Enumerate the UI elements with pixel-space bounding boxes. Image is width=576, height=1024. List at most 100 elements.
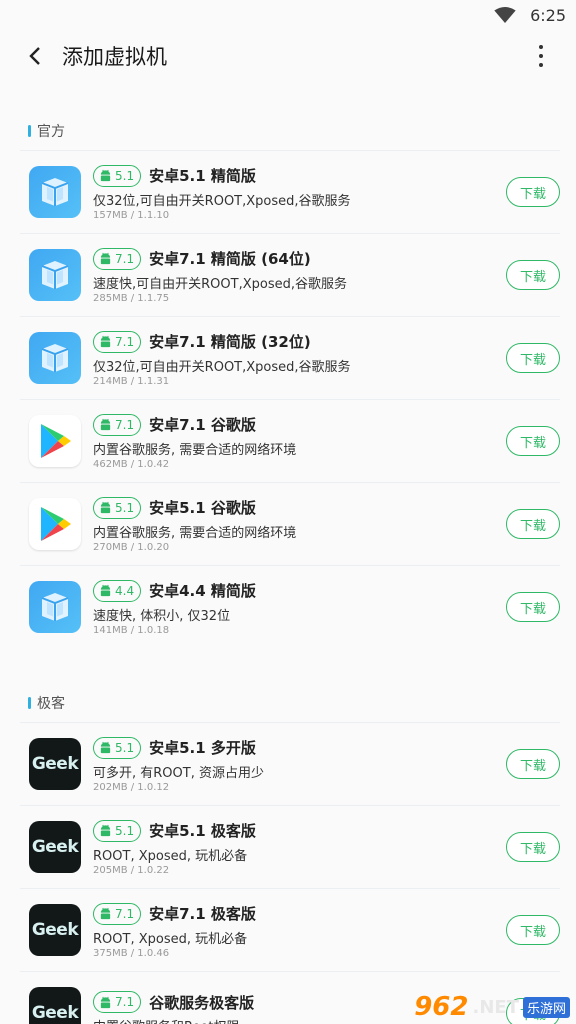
download-button[interactable]: 下载 — [506, 749, 560, 779]
version-text: 4.4 — [115, 583, 135, 598]
version-badge: 7.1 — [93, 991, 142, 1013]
vm-size-version: 285MB / 1.1.75 — [93, 292, 170, 304]
section-header: 极客 — [0, 688, 576, 718]
version-badge: 7.1 — [93, 247, 142, 270]
vm-info: 4.4 安卓4.4 精简版速度快, 体积小, 仅32位 141MB / 1.0.18 — [93, 579, 506, 636]
vm-title-row: 4.4 安卓4.4 精简版 — [93, 579, 506, 603]
version-badge: 4.4 — [93, 579, 142, 602]
vm-name: 安卓7.1 极客版 — [149, 905, 256, 923]
list-item[interactable]: 7.1 安卓7.1 精简版 (32位) 仅32位,可自由开关ROOT,Xposed,… — [20, 316, 560, 399]
list-item[interactable]: 4.4 安卓4.4 精简版速度快, 体积小, 仅32位 141MB / 1.0.18… — [20, 565, 560, 648]
vm-icon: Geek — [29, 904, 81, 956]
list-item[interactable]: Geek 5.1 安卓5.1 极客版 ROOT, Xposed, 玩机必备 205MB … — [20, 805, 560, 888]
vm-info: 5.1 安卓5.1 谷歌版 内置谷歌服务, 需要合适的网络环境 270MB / 1.0… — [93, 496, 506, 553]
download-button[interactable]: 下载 — [506, 343, 560, 373]
vm-icon: Geek — [29, 987, 81, 1024]
download-button[interactable]: 下载 — [506, 915, 560, 945]
android-icon — [100, 169, 111, 182]
version-text: 5.1 — [115, 168, 135, 183]
vm-description: ROOT, Xposed, 玩机必备 — [93, 931, 248, 947]
vm-size-version: 462MB / 1.0.42 — [93, 458, 170, 470]
version-text: 7.1 — [115, 251, 135, 266]
list-item[interactable]: 5.1 安卓5.1 谷歌版 内置谷歌服务, 需要合适的网络环境 270MB / 1.0… — [20, 482, 560, 565]
version-text: 5.1 — [115, 500, 135, 515]
status-bar: 6:25 — [0, 0, 576, 30]
vm-title-row: 5.1 安卓5.1 多开版 — [93, 736, 506, 760]
download-button[interactable]: 下载 — [506, 177, 560, 207]
vm-description: 仅32位,可自由开关ROOT,Xposed,谷歌服务 — [93, 359, 351, 375]
page-title: 添加虚拟机 — [62, 45, 167, 69]
version-badge: 5.1 — [93, 164, 142, 187]
app-bar: 添加虚拟机 — [0, 30, 576, 82]
version-badge: 7.1 — [93, 902, 142, 925]
vm-icon — [29, 415, 81, 467]
android-icon — [100, 418, 111, 431]
more-dot-icon — [539, 54, 543, 58]
list-item[interactable]: 5.1 安卓5.1 精简版 仅32位,可自由开关ROOT,Xposed,谷歌服务 15… — [20, 150, 560, 233]
download-button[interactable]: 下载 — [506, 509, 560, 539]
vm-title-row: 7.1 安卓7.1 极客版 — [93, 902, 506, 926]
android-icon — [100, 584, 111, 597]
vm-description: 仅32位,可自由开关ROOT,Xposed,谷歌服务 — [93, 193, 351, 209]
vm-name: 安卓7.1 谷歌版 — [149, 416, 256, 434]
watermark-badge: 乐游网 — [522, 996, 570, 1018]
list-item[interactable]: Geek 5.1 安卓5.1 多开版可多开, 有ROOT, 资源占用少 202MB /… — [20, 722, 560, 805]
section-title: 极客 — [37, 696, 65, 712]
list-item[interactable]: 7.1 安卓7.1 精简版 (64位) 速度快,可自由开关ROOT,Xposed,谷… — [20, 233, 560, 316]
list-item[interactable]: 7.1 安卓7.1 谷歌版 内置谷歌服务, 需要合适的网络环境 462MB / 1.0… — [20, 399, 560, 482]
vm-name: 安卓5.1 谷歌版 — [149, 499, 256, 517]
vm-title-row: 5.1 安卓5.1 谷歌版 — [93, 496, 506, 520]
geek-logo-text: Geek — [31, 754, 79, 774]
google-play-icon — [41, 424, 71, 458]
geek-logo-text: Geek — [31, 1003, 79, 1023]
more-dot-icon — [539, 45, 543, 49]
download-button[interactable]: 下载 — [506, 592, 560, 622]
vm-size-version: 205MB / 1.0.22 — [93, 864, 170, 876]
watermark-number: 962 — [414, 992, 469, 1022]
box-icon — [41, 593, 69, 621]
version-text: 5.1 — [115, 823, 135, 838]
version-badge: 7.1 — [93, 413, 142, 436]
vm-name: 安卓7.1 精简版 (64位) — [149, 250, 311, 268]
vm-title-row: 5.1 安卓5.1 精简版 — [93, 164, 506, 188]
version-text: 5.1 — [115, 740, 135, 755]
vm-size-version: 375MB / 1.0.46 — [93, 947, 170, 959]
vm-name: 安卓4.4 精简版 — [149, 582, 256, 600]
download-button[interactable]: 下载 — [506, 832, 560, 862]
version-badge: 5.1 — [93, 496, 142, 519]
box-icon — [41, 178, 69, 206]
vm-size-version: 202MB / 1.0.12 — [93, 781, 170, 793]
vm-description: 速度快, 体积小, 仅32位 — [93, 608, 231, 624]
list-item[interactable]: Geek 7.1 安卓7.1 极客版 ROOT, Xposed, 玩机必备 375MB … — [20, 888, 560, 971]
geek-logo-text: Geek — [31, 837, 79, 857]
android-icon — [100, 996, 111, 1008]
vm-description: ROOT, Xposed, 玩机必备 — [93, 848, 248, 864]
vm-info: 5.1 安卓5.1 极客版 ROOT, Xposed, 玩机必备 205MB / 1.… — [93, 819, 506, 876]
android-icon — [100, 501, 111, 514]
version-text: 7.1 — [115, 417, 135, 432]
vm-info: 5.1 安卓5.1 多开版可多开, 有ROOT, 资源占用少 202MB / 1.0… — [93, 736, 506, 793]
back-button[interactable] — [20, 41, 50, 71]
version-text: 7.1 — [115, 334, 135, 349]
vm-size-version: 141MB / 1.0.18 — [93, 624, 170, 636]
download-button[interactable]: 下载 — [506, 260, 560, 290]
vm-title-row: 5.1 安卓5.1 极客版 — [93, 819, 506, 843]
watermark: 962 .NET 乐游网 — [414, 992, 570, 1022]
vm-size-version: 270MB / 1.0.20 — [93, 541, 170, 553]
download-button[interactable]: 下载 — [506, 426, 560, 456]
vm-description: 可多开, 有ROOT, 资源占用少 — [93, 765, 264, 781]
vm-icon — [29, 581, 81, 633]
version-badge: 5.1 — [93, 736, 142, 759]
box-icon — [41, 261, 69, 289]
vm-icon — [29, 332, 81, 384]
section-title: 官方 — [37, 124, 65, 140]
section-accent-bar — [28, 697, 31, 709]
more-options-button[interactable] — [526, 36, 556, 76]
vm-name: 安卓5.1 极客版 — [149, 822, 256, 840]
version-text: 7.1 — [115, 995, 135, 1009]
vm-title-row: 7.1 安卓7.1 精简版 (32位) — [93, 330, 506, 354]
watermark-net: .NET — [472, 996, 519, 1018]
wifi-icon — [494, 7, 516, 23]
android-icon — [100, 252, 111, 265]
box-icon — [41, 344, 69, 372]
